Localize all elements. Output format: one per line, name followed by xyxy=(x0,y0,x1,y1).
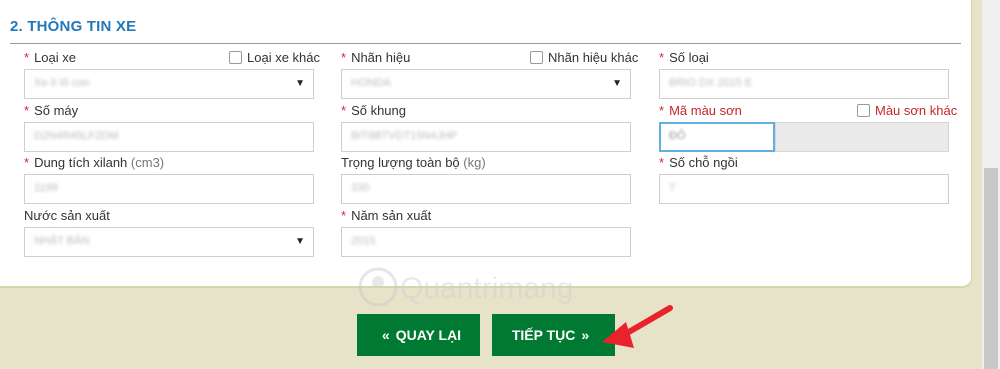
double-right-chevron-icon: » xyxy=(581,327,590,343)
input-value: 2015 xyxy=(351,235,376,247)
select-value: HONDA xyxy=(351,77,391,89)
so-loai-input[interactable]: BRIO DX 2015 E xyxy=(659,69,949,99)
so-khung-input[interactable]: BIT8BTVDT15N4JHP xyxy=(341,122,631,152)
next-button-label: TIẾP TỤC xyxy=(511,327,576,343)
section-title: 2. THÔNG TIN XE xyxy=(10,18,137,35)
checkbox-box[interactable] xyxy=(857,104,870,117)
red-pointer-arrow-icon xyxy=(602,305,673,348)
watermark-text: Quantrimang xyxy=(400,272,573,305)
so-loai-label: Số loại xyxy=(669,50,709,65)
input-value: 1199 xyxy=(34,182,58,194)
so-khung-label: Số khung xyxy=(351,103,406,118)
input-value: BRIO DX 2015 E xyxy=(669,77,753,89)
unit-label: (kg) xyxy=(463,155,486,170)
required-marker: * xyxy=(659,103,665,118)
so-cho-input[interactable]: 7 xyxy=(659,174,949,204)
nhan-hieu-khac-checkbox[interactable]: Nhãn hiệu khác xyxy=(530,50,638,65)
back-button-label: QUAY LẠI xyxy=(395,327,462,343)
vehicle-info-panel: 2. THÔNG TIN XE * Loại xe Loại xe khác Xe… xyxy=(0,0,972,288)
so-may-input[interactable]: D2N4R45LF2DM xyxy=(24,122,314,152)
required-marker: * xyxy=(341,50,347,65)
nhan-hieu-label: Nhãn hiệu xyxy=(351,50,411,65)
checkbox-label: Nhãn hiệu khác xyxy=(548,50,639,65)
nuoc-san-xuat-select[interactable]: NHẬT BẢN ▼ xyxy=(24,227,314,257)
scrollbar-thumb[interactable] xyxy=(984,168,998,369)
nuoc-san-xuat-label: Nước sản xuất xyxy=(24,208,110,223)
loai-xe-select[interactable]: Xe ô tô con ▼ xyxy=(24,69,314,99)
nam-san-xuat-label: Năm sản xuất xyxy=(351,208,432,223)
checkbox-box[interactable] xyxy=(530,51,543,64)
checkbox-label: Màu sơn khác xyxy=(875,103,958,118)
so-may-label: Số máy xyxy=(34,103,79,118)
nhan-hieu-select[interactable]: HONDA ▼ xyxy=(341,69,631,99)
dropdown-arrow-icon: ▼ xyxy=(295,236,305,247)
checkbox-box[interactable] xyxy=(229,51,242,64)
required-marker: * xyxy=(659,50,665,65)
trong-luong-label: Trọng lượng toàn bộ xyxy=(341,155,460,170)
unit-label: (cm3) xyxy=(130,155,165,170)
loai-xe-khac-checkbox[interactable]: Loại xe khác xyxy=(229,50,320,65)
so-cho-label: Số chỗ ngồi xyxy=(669,155,738,170)
ma-mau-son-label: Mã màu sơn xyxy=(669,103,742,118)
input-value: D2N4R45LF2DM xyxy=(34,130,119,142)
input-value: ĐỎ xyxy=(669,130,686,142)
dung-tich-input[interactable]: 1199 xyxy=(24,174,314,204)
required-marker: * xyxy=(341,208,347,223)
mau-son-khac-checkbox[interactable]: Màu sơn khác xyxy=(857,103,957,118)
back-button[interactable]: « QUAY LẠI xyxy=(357,314,480,356)
ma-mau-son-input[interactable]: ĐỎ xyxy=(659,122,775,152)
trong-luong-input[interactable]: 330 xyxy=(341,174,631,204)
section-divider xyxy=(10,43,961,44)
mau-son-khac-input-disabled xyxy=(775,122,949,152)
dung-tich-label: Dung tích xilanh xyxy=(34,155,128,170)
dropdown-arrow-icon: ▼ xyxy=(612,78,622,89)
required-marker: * xyxy=(24,50,30,65)
input-value: 330 xyxy=(351,182,370,194)
input-value: BIT8BTVDT15N4JHP xyxy=(351,130,458,142)
nam-san-xuat-input[interactable]: 2015 xyxy=(341,227,631,257)
dropdown-arrow-icon: ▼ xyxy=(295,78,305,89)
quantrimang-watermark: Quantrimang xyxy=(358,267,573,307)
required-marker: * xyxy=(24,155,30,170)
loai-xe-label: Loại xe xyxy=(34,50,76,65)
required-marker: * xyxy=(659,155,665,170)
required-marker: * xyxy=(341,103,347,118)
double-left-chevron-icon: « xyxy=(381,327,390,343)
checkbox-label: Loại xe khác xyxy=(247,50,320,65)
select-value: Xe ô tô con xyxy=(34,77,90,89)
input-value: 7 xyxy=(669,182,676,194)
select-value: NHẬT BẢN xyxy=(34,235,90,247)
required-marker: * xyxy=(24,103,30,118)
